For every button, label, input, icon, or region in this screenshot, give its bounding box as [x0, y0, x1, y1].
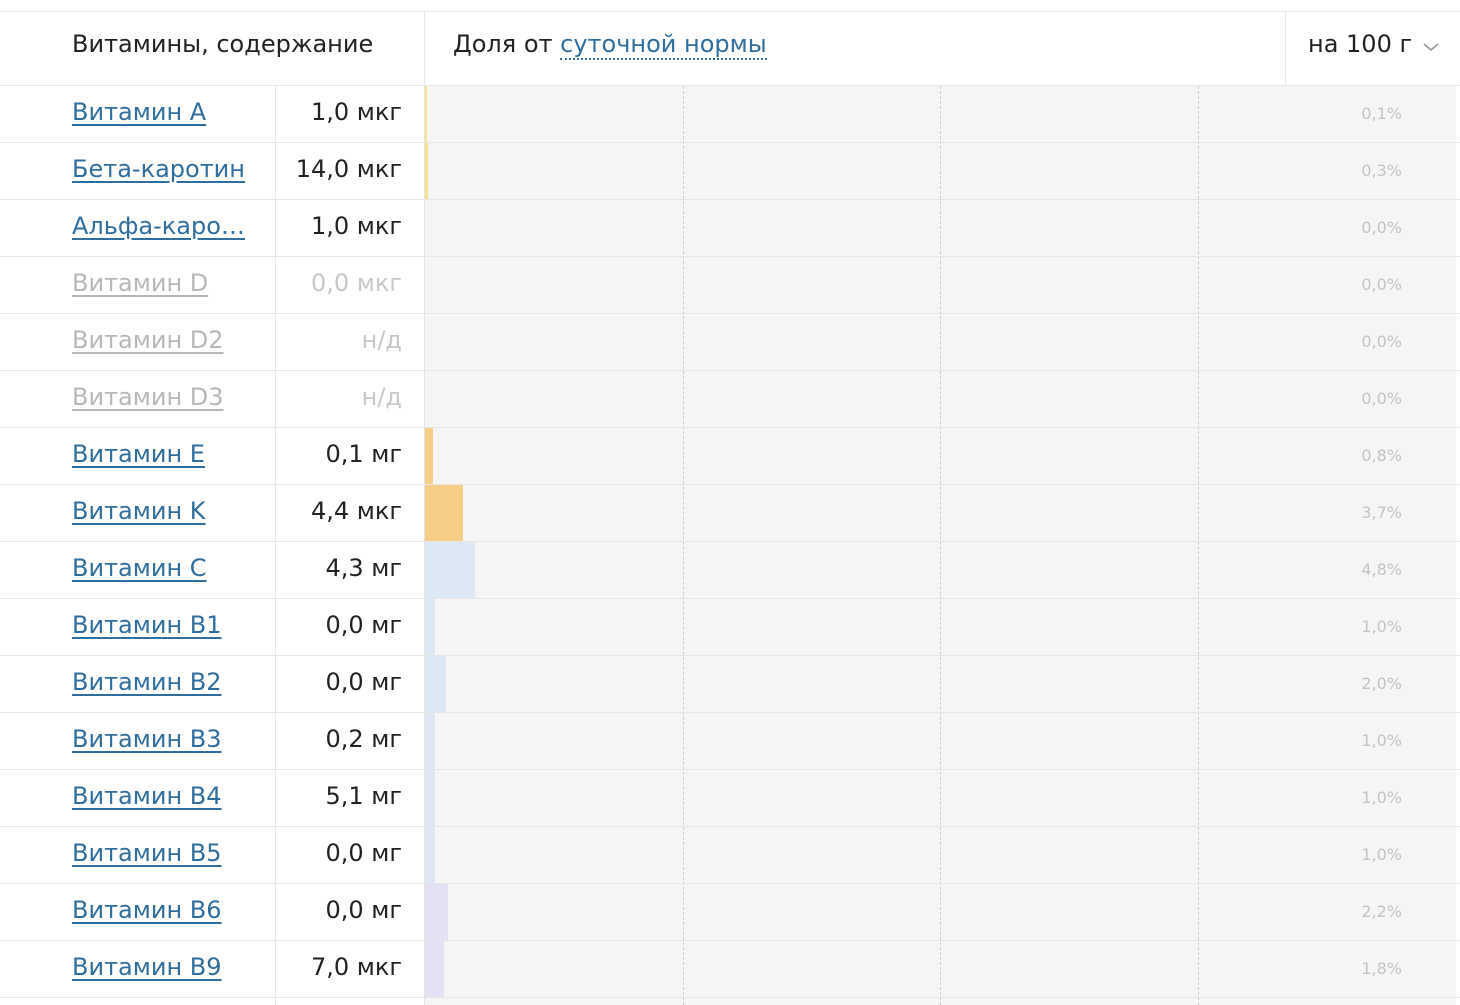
vitamin-name-link[interactable]: Витамин B5	[72, 839, 222, 867]
percent-label: 0,0%	[1361, 275, 1402, 294]
vitamin-amount: 14,0 мкг	[295, 155, 402, 183]
percent-label: 1,0%	[1361, 731, 1402, 750]
vitamin-name-link[interactable]: Витамин C	[72, 554, 207, 582]
header-divider	[424, 12, 425, 85]
table-row: Альфа-каро… 1,0 мкг 0,0%	[0, 200, 1460, 257]
table-row: Витамин D2 н/д 0,0%	[0, 314, 1460, 371]
vitamin-name-link[interactable]: Витамин D3	[72, 383, 224, 411]
table-row: Витамин B3 0,2 мг 1,0%	[0, 713, 1460, 770]
vitamin-amount: 0,0 мкг	[310, 269, 402, 297]
percent-label: 0,0%	[1361, 389, 1402, 408]
vitamin-name-link[interactable]: Витамин B4	[72, 782, 222, 810]
vitamin-name-link[interactable]: Витамин K	[72, 497, 206, 525]
top-border	[0, 11, 1460, 12]
table-row: Витамин D 0,0 мкг 0,0%	[0, 257, 1460, 314]
vitamin-name-link[interactable]: Витамин B6	[72, 896, 222, 924]
vitamin-name-link[interactable]: Альфа-каро…	[72, 212, 245, 240]
table-row: Витамин D3 н/д 0,0%	[0, 371, 1460, 428]
percent-label: 0,0%	[1361, 332, 1402, 351]
percent-label: 2,2%	[1361, 902, 1402, 921]
table-row: Витамин B4 5,1 мг 1,0%	[0, 770, 1460, 827]
vitamin-amount: 0,0 мг	[325, 839, 402, 867]
vitamin-name-link[interactable]: Витамин A	[72, 98, 206, 126]
percent-bar	[425, 428, 433, 484]
vitamin-amount: 0,0 мг	[325, 611, 402, 639]
vitamin-table: Витамин A 1,0 мкг 0,1% Бета-каротин 14,0 мкг…	[0, 86, 1460, 998]
vitamins-column-title: Витамины, содержание	[72, 30, 374, 58]
vitamin-amount: 0,1 мг	[325, 440, 402, 468]
table-row: Бета-каротин 14,0 мкг 0,3%	[0, 143, 1460, 200]
vitamin-amount: 4,4 мкг	[310, 497, 402, 525]
percent-bar	[425, 143, 428, 199]
share-prefix: Доля от	[453, 30, 553, 58]
percent-label: 1,0%	[1361, 788, 1402, 807]
per-amount-select[interactable]: на 100 г	[1308, 30, 1440, 59]
per-amount-label: на 100 г	[1308, 30, 1413, 58]
vitamin-name-link[interactable]: Витамин B2	[72, 668, 222, 696]
table-row: Витамин B2 0,0 мг 2,0%	[0, 656, 1460, 713]
table-row: Витамин B9 7,0 мкг 1,8%	[0, 941, 1460, 998]
percent-label: 2,0%	[1361, 674, 1402, 693]
vitamin-name-link[interactable]: Витамин D	[72, 269, 208, 297]
vitamin-amount: 0,0 мг	[325, 896, 402, 924]
vitamin-amount: 1,0 мкг	[310, 212, 402, 240]
percent-bar	[425, 656, 446, 712]
table-row: Витамин E 0,1 мг 0,8%	[0, 428, 1460, 485]
percent-bar	[425, 713, 435, 769]
percent-label: 1,0%	[1361, 845, 1402, 864]
vitamin-name-link[interactable]: Витамин E	[72, 440, 205, 468]
vitamin-amount: 7,0 мкг	[310, 953, 402, 981]
share-column-title: Доля от суточной нормы	[453, 30, 767, 60]
chevron-down-icon	[1422, 31, 1440, 59]
vitamin-amount: н/д	[361, 383, 402, 411]
vitamin-name-link[interactable]: Витамин D2	[72, 326, 224, 354]
vitamin-name-link[interactable]: Бета-каротин	[72, 155, 245, 183]
percent-bar	[425, 827, 435, 883]
vitamin-name-link[interactable]: Витамин B9	[72, 953, 222, 981]
table-row: Витамин C 4,3 мг 4,8%	[0, 542, 1460, 599]
percent-label: 3,7%	[1361, 503, 1402, 522]
table-row: Витамин A 1,0 мкг 0,1%	[0, 86, 1460, 143]
table-row: Витамин K 4,4 мкг 3,7%	[0, 485, 1460, 542]
percent-bar	[425, 941, 444, 997]
percent-label: 1,0%	[1361, 617, 1402, 636]
percent-bar	[425, 599, 435, 655]
table-row: Витамин B5 0,0 мг 1,0%	[0, 827, 1460, 884]
vitamin-name-link[interactable]: Витамин B3	[72, 725, 222, 753]
table-row: Витамин B6 0,0 мг 2,2%	[0, 884, 1460, 941]
percent-label: 0,0%	[1361, 218, 1402, 237]
percent-label: 0,8%	[1361, 446, 1402, 465]
percent-label: 0,1%	[1361, 104, 1402, 123]
daily-norm-link[interactable]: суточной нормы	[560, 30, 767, 60]
percent-bar	[425, 542, 475, 598]
percent-bar	[425, 485, 463, 541]
vitamin-amount: 0,0 мг	[325, 668, 402, 696]
vitamin-amount: 5,1 мг	[325, 782, 402, 810]
percent-label: 4,8%	[1361, 560, 1402, 579]
vitamin-amount: н/д	[361, 326, 402, 354]
percent-bar	[425, 884, 448, 940]
percent-label: 1,8%	[1361, 959, 1402, 978]
vitamin-amount: 4,3 мг	[325, 554, 402, 582]
vitamin-amount: 1,0 мкг	[310, 98, 402, 126]
table-row: Витамин B1 0,0 мг 1,0%	[0, 599, 1460, 656]
vitamin-name-link[interactable]: Витамин B1	[72, 611, 222, 639]
percent-bar	[425, 86, 427, 142]
percent-label: 0,3%	[1361, 161, 1402, 180]
percent-bar	[425, 770, 435, 826]
vitamin-amount: 0,2 мг	[325, 725, 402, 753]
